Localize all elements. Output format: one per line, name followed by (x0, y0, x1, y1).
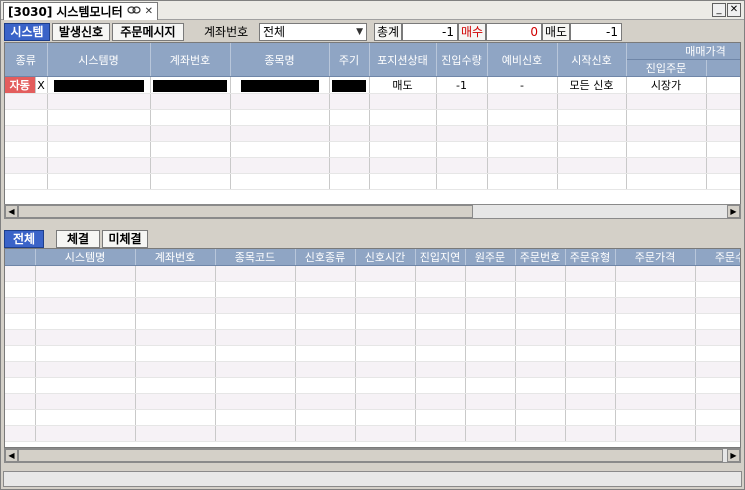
col-header[interactable]: 종류 (5, 43, 48, 77)
tab-order-messages[interactable]: 주문메시지 (112, 23, 184, 41)
col-header[interactable]: 계좌번호 (150, 43, 231, 77)
col-header[interactable]: 주문가격 (615, 249, 696, 266)
col-header[interactable]: 신호시간 (355, 249, 416, 266)
group-header-trade-price[interactable]: 매매가격 (626, 43, 740, 60)
system-name-cell (47, 76, 151, 94)
scroll-left-icon[interactable]: ◀ (5, 205, 18, 218)
chevron-down-icon: ▼ (356, 27, 363, 37)
col-header[interactable]: 진입수량 (436, 43, 488, 77)
total-label: 총계 (374, 23, 402, 41)
link-icon[interactable] (127, 5, 141, 18)
tab-filled[interactable]: 체결 (56, 230, 100, 248)
window-title-tab[interactable]: [3030] 시스템모니터 ✕ (3, 2, 159, 20)
account-cell (150, 76, 231, 94)
start-signal-cell: 모든 신호 (557, 76, 627, 94)
buy-label: 매수 (458, 23, 486, 41)
tab-all[interactable]: 전체 (4, 230, 44, 248)
col-header[interactable]: 신호종류 (295, 249, 356, 266)
col-header[interactable]: 주문유형 (565, 249, 616, 266)
item-cell (230, 76, 330, 94)
total-value: -1 (402, 23, 458, 41)
col-header[interactable]: 종목코드 (215, 249, 296, 266)
col-header[interactable] (5, 249, 36, 266)
redacted-block (332, 79, 366, 92)
period-cell (329, 76, 370, 94)
col-header[interactable]: 시스템명 (47, 43, 151, 77)
redacted-block (53, 79, 144, 92)
minimize-button[interactable]: _ (712, 3, 726, 17)
scroll-right-icon[interactable]: ▶ (727, 205, 740, 218)
col-header[interactable]: 포지션상태 (369, 43, 437, 77)
order-header-row: 시스템명 계좌번호 종목코드 신호종류 신호시간 진입지연 원주문 주문번호 주… (5, 249, 740, 266)
window-title: 시스템모니터 (56, 5, 123, 19)
title-bar: [3030] 시스템모니터 ✕ _ ✕ (1, 1, 744, 20)
buy-value: 0 (486, 23, 542, 41)
qty-cell: -1 (436, 76, 488, 94)
order-table: 시스템명 계좌번호 종목코드 신호종류 신호시간 진입지연 원주문 주문번호 주… (5, 249, 740, 442)
col-header[interactable]: 진입지연 (415, 249, 466, 266)
reserve-cell: - (487, 76, 558, 94)
account-select[interactable]: 전체 ▼ (259, 23, 367, 41)
system-grid: 종류 시스템명 계좌번호 종목명 주기 포지션상태 진입수량 예비신호 시작신호… (4, 42, 741, 205)
col-header[interactable]: 계좌번호 (135, 249, 216, 266)
table-row[interactable]: 자동 X 매도 -1 - 모든 신호 시장가 시 (5, 76, 740, 94)
col-header[interactable]: 시스템명 (35, 249, 136, 266)
order-grid: 시스템명 계좌번호 종목코드 신호종류 신호시간 진입지연 원주문 주문번호 주… (4, 248, 741, 448)
close-button[interactable]: ✕ (727, 3, 741, 17)
order-grid-hscroll[interactable]: ◀ ▶ (4, 448, 741, 463)
system-grid-hscroll[interactable]: ◀ ▶ (4, 204, 741, 219)
system-monitor-window: [3030] 시스템모니터 ✕ _ ✕ 시스템 발생신호 주문메시지 계좌번호 … (0, 0, 745, 490)
redacted-block (240, 79, 319, 92)
tab-unfilled[interactable]: 미체결 (102, 230, 148, 248)
scroll-thumb[interactable] (18, 449, 723, 462)
redacted-block (153, 79, 227, 92)
tab-system[interactable]: 시스템 (4, 23, 50, 41)
tab-generated-signals[interactable]: 발생신호 (52, 23, 110, 41)
col-header[interactable]: 주기 (329, 43, 370, 77)
extra-cell: 시 (706, 76, 740, 94)
sell-label: 매도 (542, 23, 570, 41)
scroll-thumb[interactable] (18, 205, 473, 218)
account-label: 계좌번호 (204, 25, 249, 39)
type-badge: 자동 (5, 76, 36, 94)
col-header[interactable]: 진입주문 (626, 59, 707, 77)
col-header[interactable]: 주문수 (695, 249, 740, 266)
system-table: 종류 시스템명 계좌번호 종목명 주기 포지션상태 진입수량 예비신호 시작신호… (5, 43, 740, 190)
col-header[interactable]: 예비신호 (487, 43, 558, 77)
status-bar (3, 471, 742, 487)
col-header[interactable]: 종목명 (230, 43, 330, 77)
col-header[interactable]: 청 (706, 59, 740, 77)
col-header[interactable]: 원주문 (465, 249, 516, 266)
account-select-value: 전체 (263, 25, 286, 39)
toolbar: 시스템 발생신호 주문메시지 계좌번호 전체 ▼ 총계 -1 매수 0 매도 -… (1, 22, 744, 42)
col-header[interactable]: 시작신호 (557, 43, 627, 77)
position-cell: 매도 (369, 76, 437, 94)
check-cell[interactable]: X (35, 76, 48, 94)
col-header[interactable]: 주문번호 (515, 249, 566, 266)
system-header-row-1: 종류 시스템명 계좌번호 종목명 주기 포지션상태 진입수량 예비신호 시작신호… (5, 43, 740, 77)
window-controls: _ ✕ (712, 3, 741, 17)
close-tab-icon[interactable]: ✕ (145, 6, 153, 17)
scroll-right-icon[interactable]: ▶ (727, 449, 740, 462)
window-code: [3030] (8, 4, 53, 19)
entry-order-cell: 시장가 (626, 76, 707, 94)
sell-value: -1 (570, 23, 622, 41)
scroll-left-icon[interactable]: ◀ (5, 449, 18, 462)
